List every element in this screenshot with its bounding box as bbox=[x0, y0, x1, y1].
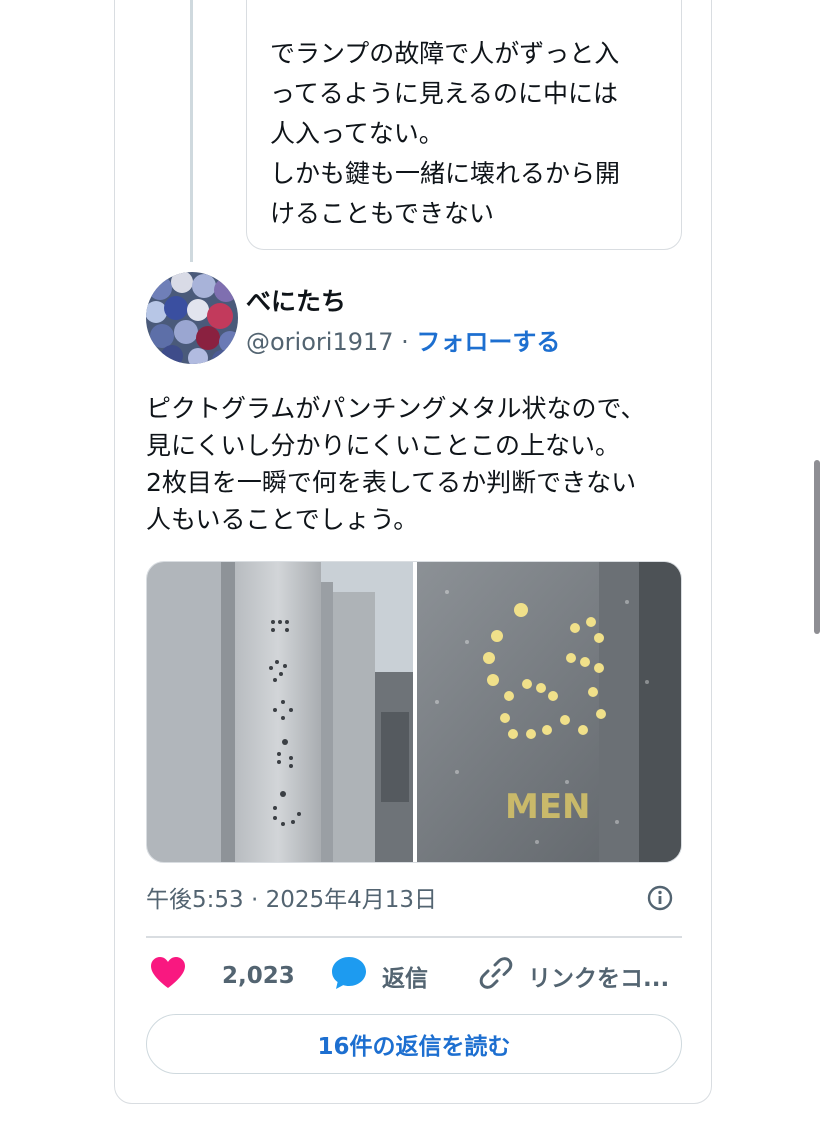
reply-label: 返信 bbox=[382, 966, 428, 992]
scrollbar[interactable] bbox=[814, 460, 820, 634]
like-count: 2,023 bbox=[222, 963, 295, 989]
separator: · bbox=[393, 328, 417, 356]
author-handle-row: @oriori1917 · フォローする bbox=[246, 322, 560, 357]
info-icon[interactable] bbox=[646, 884, 674, 912]
read-replies-button[interactable]: 16件の返信を読む bbox=[146, 1014, 682, 1074]
like-button[interactable]: 2,023 bbox=[150, 956, 295, 996]
thread-line bbox=[190, 0, 193, 262]
reply-button[interactable]: 返信 bbox=[330, 956, 428, 996]
timestamp[interactable]: 午後5:53 · 2025年4月13日 bbox=[146, 880, 437, 914]
divider bbox=[146, 936, 682, 938]
tweet-media[interactable]: MEN bbox=[146, 561, 682, 863]
follow-button[interactable]: フォローする bbox=[416, 328, 560, 356]
copy-link-label: リンクをコ... bbox=[528, 966, 670, 992]
heart-icon bbox=[150, 956, 186, 996]
author-handle[interactable]: @oriori1917 bbox=[246, 328, 394, 356]
author-name[interactable]: べにたち bbox=[246, 282, 346, 318]
copy-link-button[interactable]: リンクをコ... bbox=[478, 956, 669, 996]
avatar[interactable] bbox=[146, 272, 238, 364]
tweet-text: ピクトグラムがパンチングメタル状なので、 見にくいし分かりにくいことこの上ない。… bbox=[146, 394, 646, 534]
comment-icon bbox=[330, 955, 368, 997]
photo-2: MEN bbox=[417, 562, 681, 862]
photo-1 bbox=[147, 562, 413, 862]
photo-sign-text: MEN bbox=[505, 787, 591, 827]
link-icon bbox=[478, 955, 514, 997]
quoted-tweet-text: でランプの故障で人がずっと入 ってるように見えるのに中には 人入ってない。 しか… bbox=[270, 39, 621, 228]
